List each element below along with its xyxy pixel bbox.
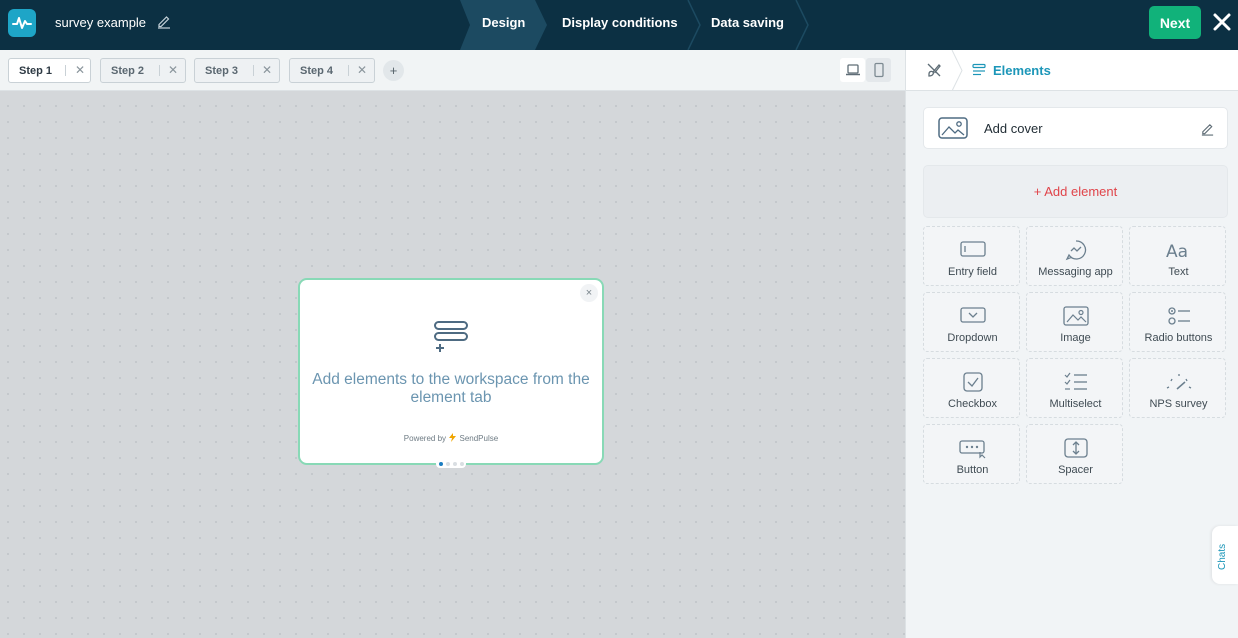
page-dot[interactable] xyxy=(452,461,457,466)
edit-title-icon[interactable] xyxy=(156,13,172,29)
element-button[interactable]: Button xyxy=(923,424,1020,484)
multiselect-icon xyxy=(1064,372,1087,390)
element-radio-buttons[interactable]: Radio buttons xyxy=(1129,292,1226,352)
element-label: NPS survey xyxy=(1149,398,1208,410)
step-tab-label: Step 3 xyxy=(205,64,239,77)
page-dot[interactable] xyxy=(445,461,450,466)
chats-label: Chats xyxy=(1217,543,1228,570)
elements-list-icon xyxy=(972,63,986,76)
workspace-canvas[interactable]: Step 1 ✕ Step 2 ✕ Step 3 ✕ Step 4 ✕ + × xyxy=(0,50,905,638)
sendpulse-logo-icon[interactable] xyxy=(8,9,36,37)
dropdown-icon xyxy=(959,307,986,323)
tab-data-saving[interactable]: Data saving xyxy=(711,15,784,30)
step-tabs-bar: Step 1 ✕ Step 2 ✕ Step 3 ✕ Step 4 ✕ + xyxy=(0,50,905,91)
mobile-icon xyxy=(873,62,884,78)
tab-divider xyxy=(65,65,66,76)
add-cover-row[interactable]: Add cover xyxy=(923,107,1228,149)
radio-buttons-icon xyxy=(1167,307,1190,325)
element-label: Multiselect xyxy=(1049,398,1102,410)
element-spacer[interactable]: Spacer xyxy=(1026,424,1123,484)
element-checkbox[interactable]: Checkbox xyxy=(923,358,1020,418)
element-entry-field[interactable]: Entry field xyxy=(923,226,1020,286)
next-button[interactable]: Next xyxy=(1149,6,1201,39)
step-navigation: Design Display conditions Data saving xyxy=(460,0,810,50)
step-tab-label: Step 4 xyxy=(300,64,334,77)
empty-workspace-message: Add elements to the workspace from the e… xyxy=(312,371,590,406)
button-icon xyxy=(958,440,985,459)
add-step-button[interactable]: + xyxy=(383,60,404,81)
element-label: Dropdown xyxy=(947,332,998,344)
element-text[interactable]: Aa Text xyxy=(1129,226,1226,286)
tab-divider xyxy=(253,65,254,76)
powered-by-prefix: Powered by xyxy=(403,434,447,443)
mobile-view-button[interactable] xyxy=(866,58,891,82)
add-cover-label: Add cover xyxy=(984,121,1043,136)
survey-title: survey example xyxy=(55,15,147,30)
step-tab-1[interactable]: Step 1 ✕ xyxy=(8,58,91,83)
desktop-view-button[interactable] xyxy=(840,58,865,82)
powered-by: Powered by SendPulse xyxy=(300,433,602,443)
nps-survey-icon xyxy=(1166,374,1191,390)
close-tab-icon[interactable]: ✕ xyxy=(168,63,178,77)
add-element-button[interactable]: + Add element xyxy=(923,165,1228,218)
tab-divider xyxy=(159,65,160,76)
image-icon xyxy=(1062,306,1089,326)
tab-divider xyxy=(348,65,349,76)
page-dot[interactable] xyxy=(438,461,443,466)
svg-text:Aa: Aa xyxy=(1166,242,1188,261)
tab-design[interactable]: Design xyxy=(482,15,525,30)
spacer-icon xyxy=(1063,438,1088,458)
sendpulse-bolt-icon xyxy=(449,433,457,442)
step-tab-3[interactable]: Step 3 ✕ xyxy=(194,58,280,83)
step-tab-4[interactable]: Step 4 ✕ xyxy=(289,58,375,83)
element-label: Entry field xyxy=(948,266,997,278)
element-label: Text xyxy=(1168,266,1189,278)
close-icon[interactable] xyxy=(1211,11,1233,33)
close-tab-icon[interactable]: ✕ xyxy=(357,63,367,77)
design-brush-icon[interactable] xyxy=(926,62,942,78)
breadcrumb-chevron-icon xyxy=(951,50,963,91)
pagination-dots xyxy=(436,459,466,468)
panel-title[interactable]: Elements xyxy=(993,63,1051,78)
element-messaging-app[interactable]: Messaging app xyxy=(1026,226,1123,286)
element-label: Radio buttons xyxy=(1144,332,1213,344)
checkbox-icon xyxy=(962,372,983,392)
step-tab-label: Step 1 xyxy=(19,64,53,77)
close-tab-icon[interactable]: ✕ xyxy=(75,63,85,77)
cover-image-icon xyxy=(938,117,968,139)
step-tab-label: Step 2 xyxy=(111,64,145,77)
laptop-icon xyxy=(845,64,860,76)
element-dropdown[interactable]: Dropdown xyxy=(923,292,1020,352)
form-preview-card[interactable]: × Add elements to the workspace from the… xyxy=(298,278,604,465)
top-bar: survey example Design Display conditions… xyxy=(0,0,1238,50)
page-dot[interactable] xyxy=(459,461,464,466)
element-image[interactable]: Image xyxy=(1026,292,1123,352)
element-nps-survey[interactable]: NPS survey xyxy=(1129,358,1226,418)
element-multiselect[interactable]: Multiselect xyxy=(1026,358,1123,418)
close-tab-icon[interactable]: ✕ xyxy=(262,63,272,77)
add-elements-icon xyxy=(434,321,468,352)
edit-cover-icon[interactable] xyxy=(1200,121,1215,136)
entry-field-icon xyxy=(959,241,986,257)
tab-display-conditions[interactable]: Display conditions xyxy=(562,15,678,30)
messaging-app-icon xyxy=(1065,240,1086,261)
element-label: Button xyxy=(956,464,989,476)
element-label: Spacer xyxy=(1058,464,1093,476)
powered-by-brand: SendPulse xyxy=(459,434,499,443)
text-icon: Aa xyxy=(1166,242,1188,261)
element-label: Image xyxy=(1060,332,1091,344)
chats-widget-button[interactable]: Chats xyxy=(1212,526,1238,584)
element-label: Messaging app xyxy=(1038,266,1113,278)
panel-header: Elements xyxy=(906,50,1238,91)
element-label: Checkbox xyxy=(948,398,997,410)
card-close-button[interactable]: × xyxy=(580,284,598,302)
step-tab-2[interactable]: Step 2 ✕ xyxy=(100,58,186,83)
elements-panel: Elements Add cover + Add element Entry f… xyxy=(905,50,1238,638)
